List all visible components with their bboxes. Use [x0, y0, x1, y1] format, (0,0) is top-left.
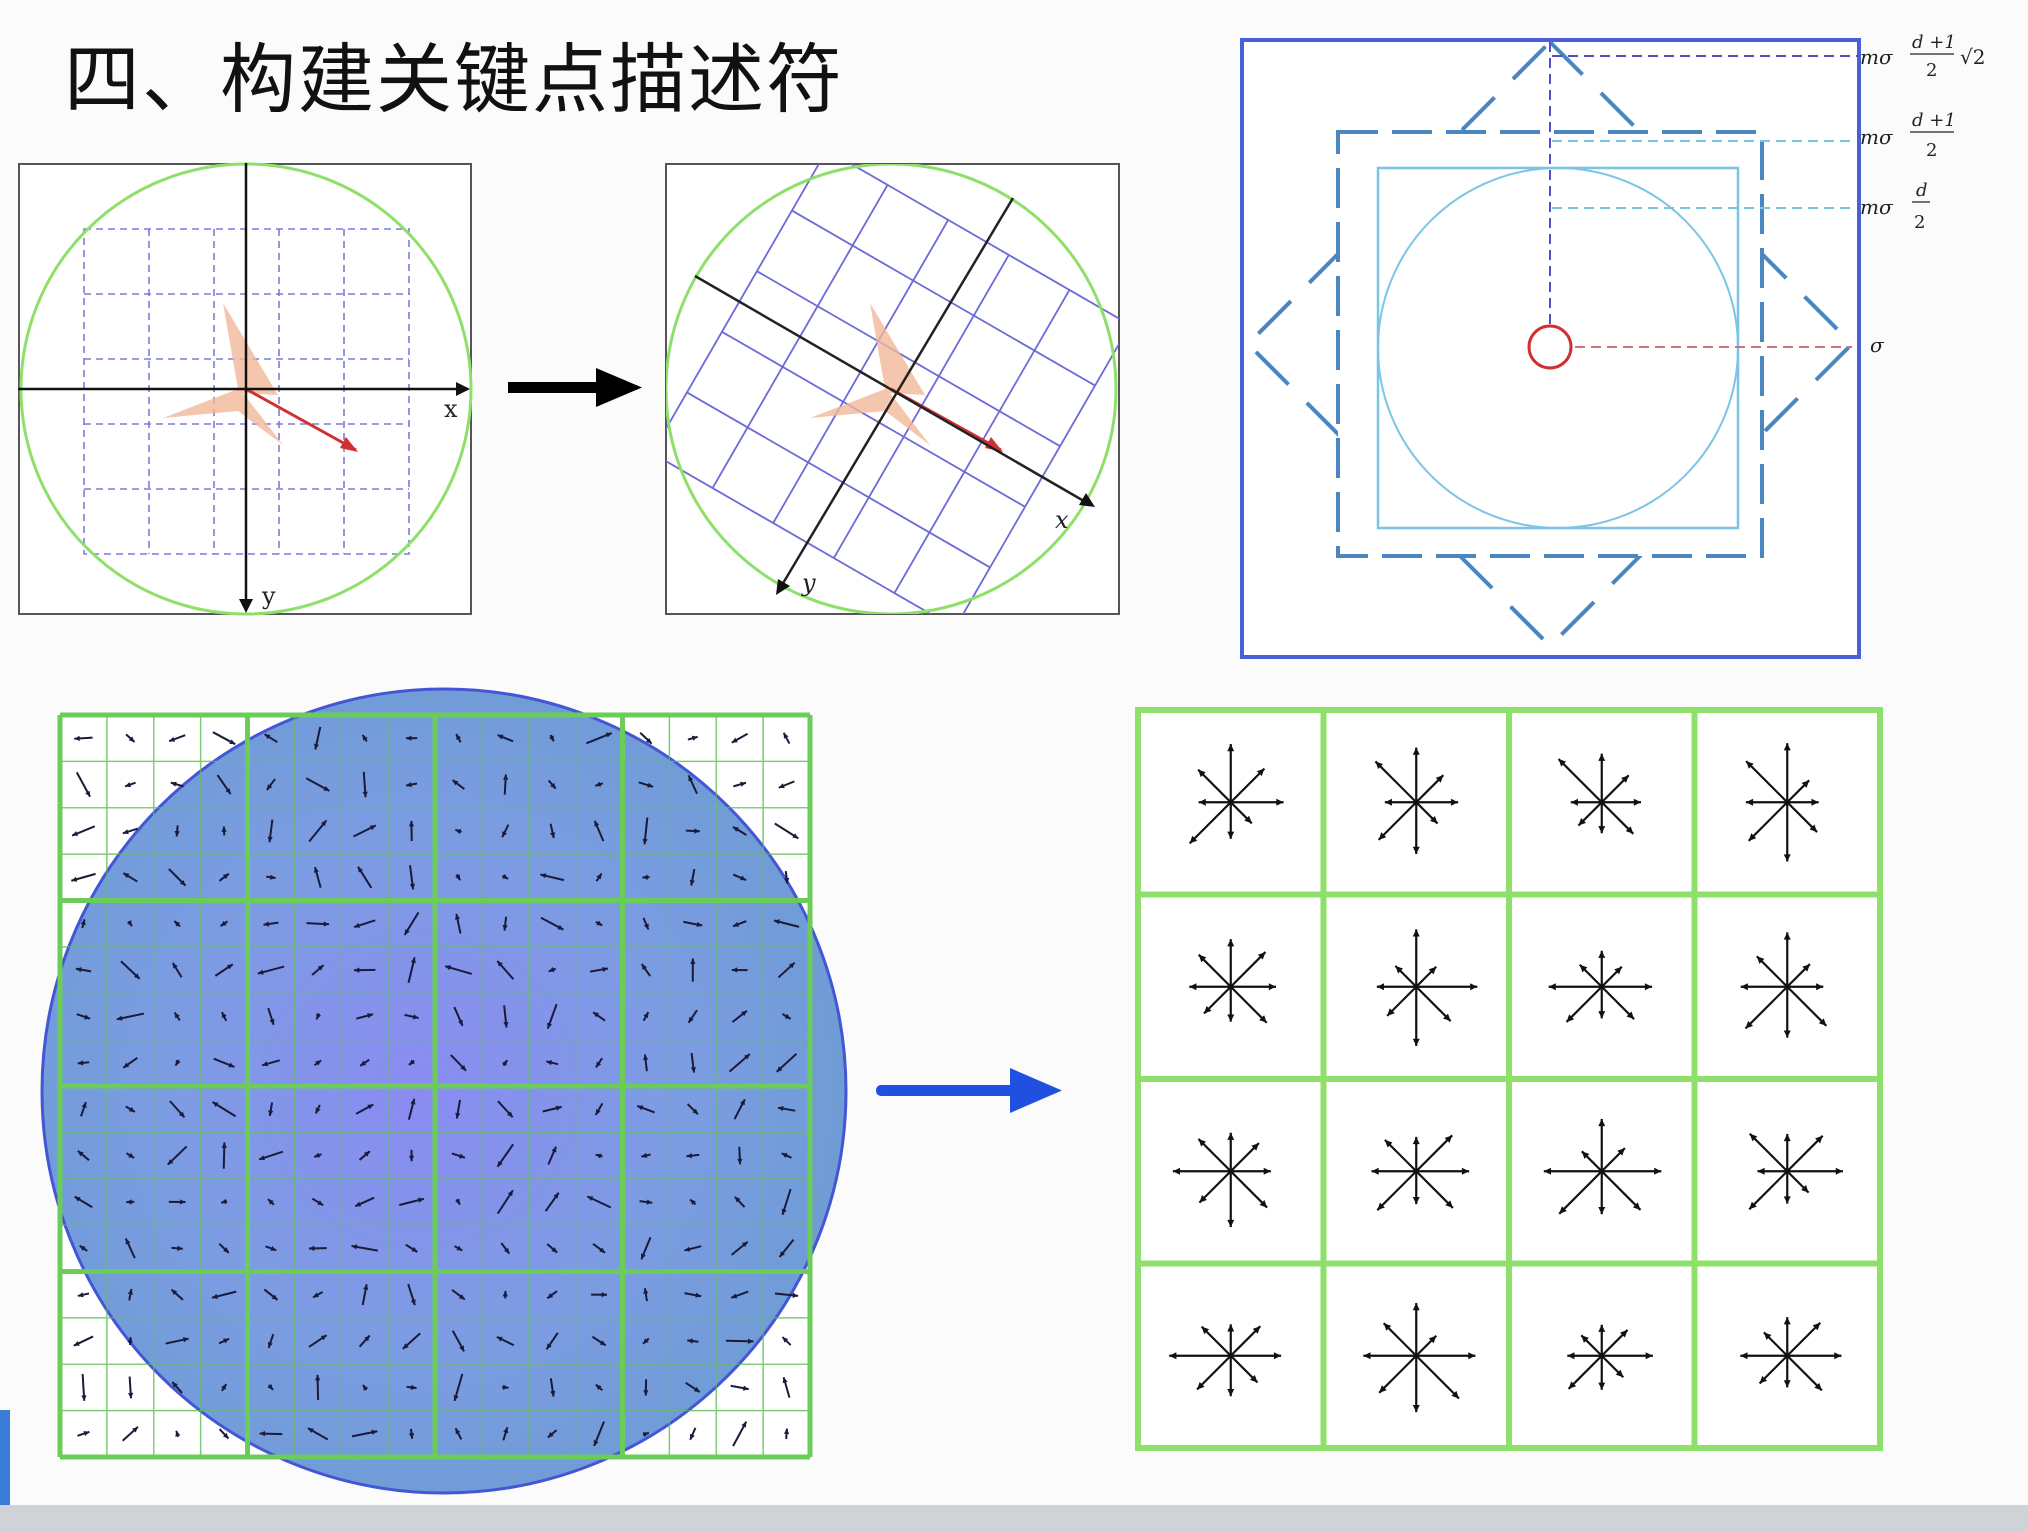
x-axis-label: x — [1055, 506, 1069, 534]
y-axis-label: y — [801, 569, 816, 597]
fraction-denominator: 2 — [1926, 140, 1937, 161]
transform-arrow — [508, 368, 642, 407]
window-bottom-bar — [0, 1505, 2028, 1532]
descriptor-histogram-grid — [1135, 707, 1883, 1451]
gaussian-window-circle — [40, 687, 848, 1495]
panel-rotated-orientation: x y — [665, 163, 1120, 615]
aggregation-arrow — [876, 1068, 1062, 1113]
page-title: 四、构建关键点描述符 — [64, 35, 844, 124]
fraction-denominator: 2 — [1926, 60, 1937, 81]
fraction-numerator: d +1 — [1912, 32, 1956, 53]
window-edge-accent — [0, 1410, 10, 1505]
descriptor-scale-diagram: mσ d +1 2 √2 mσ d +1 2 mσ d 2 σ — [1240, 32, 1985, 659]
m-sigma-label: mσ — [1860, 45, 1894, 69]
gradient-field — [40, 687, 848, 1495]
m-sigma-label: mσ — [1860, 195, 1894, 219]
x-axis-label: x — [444, 395, 458, 423]
panel-original-orientation: x y — [18, 162, 473, 616]
sqrt2-label: √2 — [1960, 45, 1985, 69]
fraction-denominator: 2 — [1914, 212, 1925, 233]
fraction-numerator: d — [1916, 180, 1928, 201]
slide: 四、构建关键点描述符 x y x y mσ d +1 2 √2 mσ d +1 … — [0, 0, 2028, 1532]
sigma-label: σ — [1870, 333, 1885, 357]
fraction-numerator: d +1 — [1912, 110, 1956, 131]
y-axis-label: y — [261, 582, 276, 610]
m-sigma-label: mσ — [1860, 125, 1894, 149]
